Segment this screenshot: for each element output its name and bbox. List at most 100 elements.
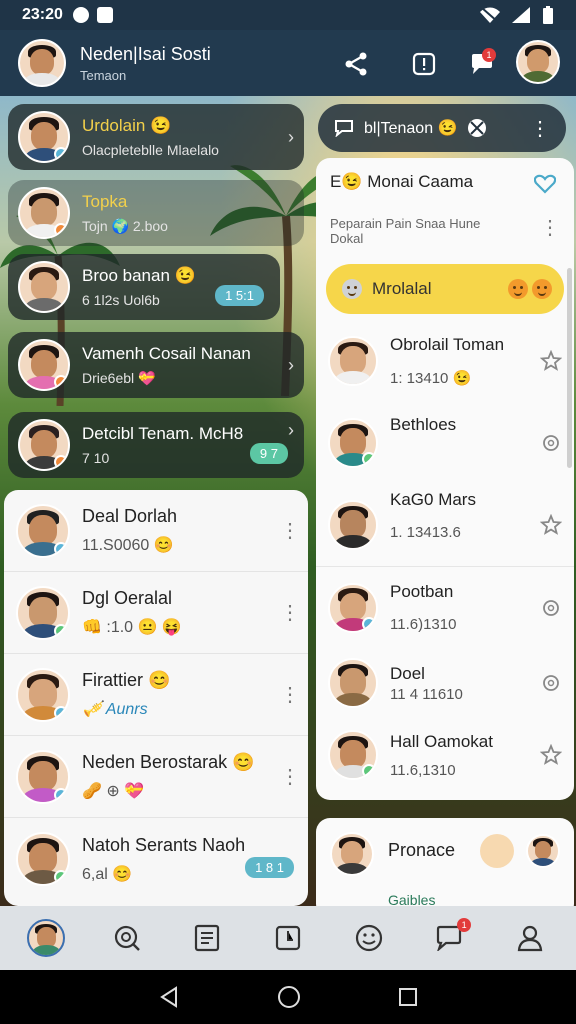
suggestion-card[interactable]: Pronace Gaibles	[316, 818, 574, 918]
gear-icon[interactable]	[540, 597, 562, 619]
more-options-icon[interactable]: ⋮	[540, 218, 560, 238]
gear-icon[interactable]	[540, 672, 562, 694]
unread-count-badge: 9 7	[249, 443, 288, 464]
contact-name: Pootban	[390, 582, 454, 601]
chat-row[interactable]: Dgl Oeralal 👊 :1.0 😐 😝 ⋮	[4, 572, 308, 654]
avatar	[16, 503, 70, 558]
chat-preview: 👊 :1.0 😐 😝	[82, 619, 182, 636]
wifi-off-icon	[480, 7, 500, 23]
chat-preview: 11.S0060 😊	[82, 537, 174, 554]
nav-notes[interactable]	[183, 914, 231, 962]
user-icon	[517, 925, 542, 952]
story-item[interactable]: Topka Tojn 🌍 2.boo	[8, 180, 304, 246]
home-icon[interactable]	[277, 985, 301, 1009]
chat-row[interactable]: Deal Dorlah 11.S0060 😊 ⋮	[4, 490, 308, 572]
status-bar: 23:20	[0, 0, 576, 30]
chevron-right-icon: ›	[288, 126, 294, 147]
status-icons	[480, 6, 554, 24]
search-icon	[114, 925, 140, 951]
nav-chats[interactable]: 1	[425, 914, 473, 962]
highlight-chip-label: Mrolalal	[372, 279, 432, 298]
group-chip[interactable]: bl|Tenaon 😉 ⋮	[318, 104, 566, 152]
chevron-right-icon: ›	[288, 354, 294, 375]
contact-name: KaG0 Mars	[390, 489, 476, 509]
avatar	[328, 658, 378, 708]
avatar	[526, 834, 560, 868]
nav-profile[interactable]	[22, 914, 70, 962]
avatar	[328, 730, 378, 780]
star-icon[interactable]	[540, 514, 562, 536]
back-icon[interactable]	[158, 986, 180, 1008]
avatar	[16, 585, 70, 640]
chat-list-card: Deal Dorlah 11.S0060 😊 ⋮ Dgl Oeralal 👊 :1.…	[4, 490, 308, 906]
chat-button[interactable]: 1	[462, 44, 502, 84]
chat-row[interactable]: Firattier 😊 🎺 Aunrs ⋮	[4, 654, 308, 736]
contact-avatar[interactable]	[516, 40, 560, 84]
avatar	[328, 418, 378, 468]
card-description: Peparain Pain Snaa Hune Dokal	[330, 216, 481, 246]
avatar	[328, 582, 378, 633]
emoji-icon	[480, 834, 514, 868]
star-icon[interactable]	[540, 350, 562, 372]
avatar	[27, 919, 66, 957]
signal-icon	[512, 7, 530, 23]
system-navigation-bar	[0, 970, 576, 1024]
unread-count-badge: 1 8 1	[245, 857, 294, 878]
chat-name: Firattier 😊	[82, 670, 171, 690]
gear-icon[interactable]	[540, 432, 562, 454]
contact-subtitle: 1. 13413.6	[390, 523, 461, 541]
page-title: Neden|Isai Sosti	[80, 43, 211, 64]
contact-row[interactable]: Obrolail Toman 1: 13410 😉	[316, 320, 574, 402]
highlight-chip[interactable]: Mrolalal	[326, 264, 564, 314]
nav-search[interactable]	[103, 914, 151, 962]
more-options-icon[interactable]: ⋮	[280, 685, 300, 705]
avatar	[18, 261, 70, 313]
share-button[interactable]	[336, 44, 376, 84]
avatar	[18, 111, 70, 163]
heart-icon[interactable]	[534, 174, 556, 194]
alert-button[interactable]	[404, 44, 444, 84]
star-icon[interactable]	[540, 744, 562, 766]
contact-row[interactable]: KaG0 Mars 1. 13413.6	[316, 484, 574, 566]
chat-name: Neden Berostarak 😊	[82, 752, 255, 772]
more-options-icon[interactable]: ⋮	[280, 603, 300, 623]
nav-account[interactable]	[506, 914, 554, 962]
message-icon	[335, 120, 353, 137]
nav-board[interactable]	[264, 914, 312, 962]
contact-row[interactable]: Bethloes	[316, 402, 574, 484]
story-item[interactable]: Broo banan 😉 6 1l2s Uol6b 1 5:1	[8, 254, 280, 320]
nav-emoji[interactable]	[345, 914, 393, 962]
story-item[interactable]: Vamenh Cosail Nanan Drie6ebl 💝 ›	[8, 332, 304, 398]
scrollbar[interactable]	[567, 268, 572, 468]
avatar	[18, 339, 70, 391]
chevron-right-icon: ›	[288, 420, 294, 440]
header-title-block: Neden|Isai Sosti Temaon	[80, 44, 211, 83]
globe-icon	[468, 119, 487, 137]
contact-subtitle: 11.6)1310	[390, 616, 457, 633]
alert-icon	[412, 52, 436, 76]
contact-name: Bethloes	[390, 415, 457, 434]
contact-name: Doel	[390, 663, 425, 683]
profile-avatar[interactable]	[18, 39, 66, 87]
story-name: Topka	[82, 191, 128, 211]
story-item[interactable]: Urdolain 😉 Olacpleteblle Mlaelalo ›	[8, 104, 304, 170]
contacts-card: E😉 Monai Caama Peparain Pain Snaa Hune D…	[316, 158, 574, 800]
avatar	[328, 500, 378, 550]
contact-row[interactable]: Pootban 11.6)1310	[316, 566, 574, 648]
more-options-icon[interactable]: ⋮	[280, 521, 300, 541]
chat-name: Dgl Oeralal	[82, 588, 173, 608]
contact-row[interactable]: Doel 11 4 11610	[316, 648, 574, 718]
more-options-icon[interactable]: ⋮	[530, 116, 550, 141]
contact-subtitle: 11.6,1310	[390, 761, 456, 779]
battery-icon	[543, 6, 553, 24]
chat-row[interactable]: Neden Berostarak 😊 🥜 ⊕ 💝 ⋮	[4, 736, 308, 818]
document-icon	[195, 924, 220, 952]
chat-row[interactable]: Natoh Serants Naoh 6,al 😊 1 8 1	[4, 818, 308, 900]
suggestion-name: Pronace	[388, 840, 456, 860]
more-options-icon[interactable]: ⋮	[280, 767, 300, 787]
board-icon	[275, 925, 301, 951]
story-item[interactable]: Detcibl Tenam. McH8 7 10 › 9 7	[8, 412, 304, 478]
contact-row[interactable]: Hall Oamokat 11.6,1310	[316, 718, 574, 792]
recents-icon[interactable]	[398, 987, 418, 1007]
card-prefix: E😉	[330, 172, 363, 191]
